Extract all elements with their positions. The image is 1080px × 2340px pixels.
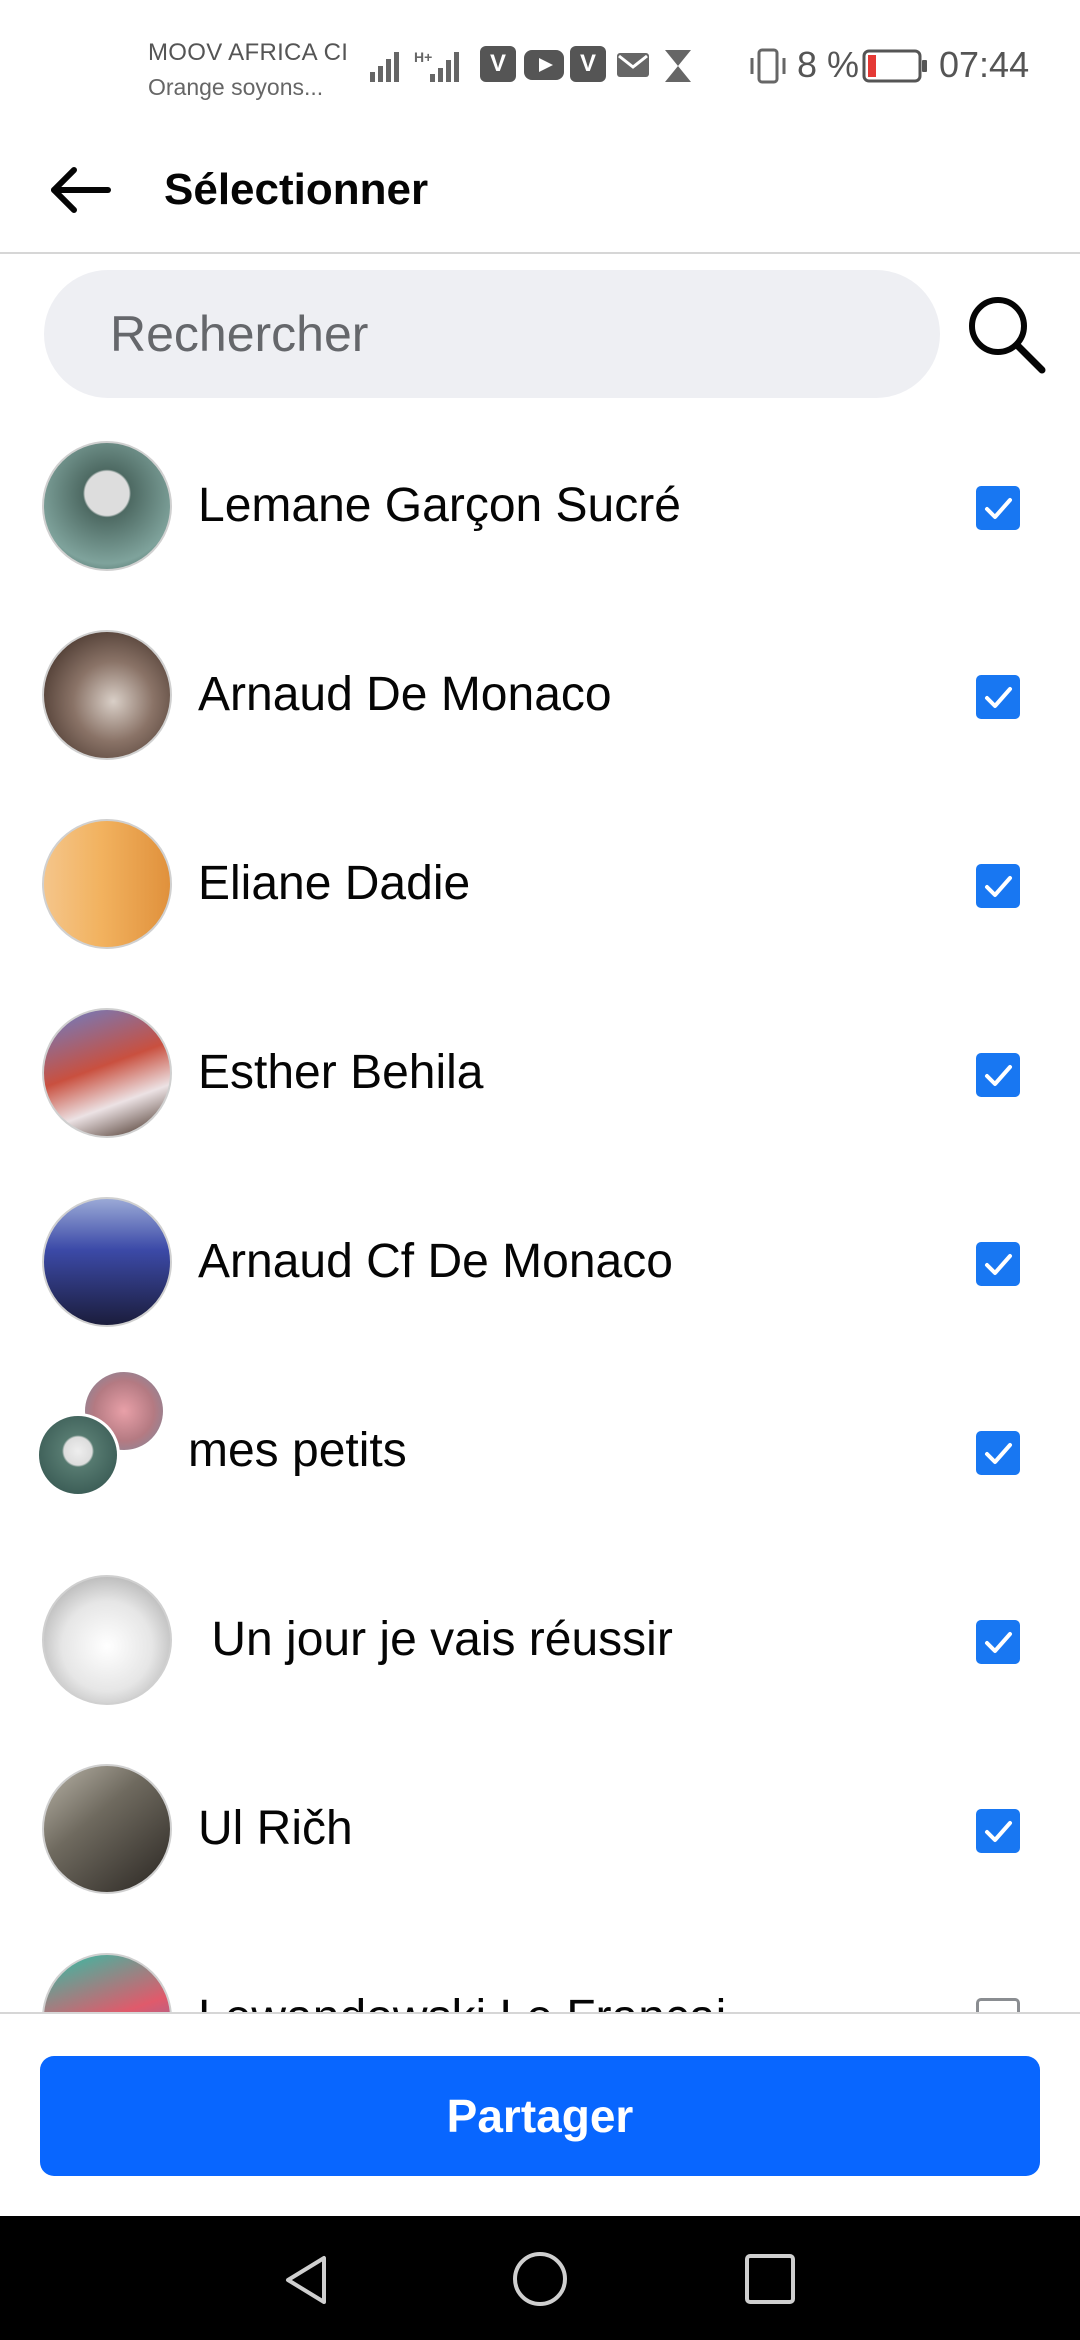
search-field[interactable] [44, 270, 940, 398]
checkbox[interactable] [976, 1431, 1020, 1475]
battery-percent: 8 % [797, 44, 860, 85]
contact-name: Ul Rič̌h [198, 1802, 353, 1855]
avatar [42, 1575, 172, 1705]
signal-icon [370, 52, 399, 82]
status-bar: MOOV AFRICA CI Orange soyons... H+ V V 8… [0, 0, 1080, 130]
arrow-left-icon [51, 167, 111, 213]
app-header: Sélectionner [0, 130, 1080, 254]
search-button[interactable] [960, 288, 1052, 380]
avatar [42, 441, 172, 571]
system-nav-bar [0, 2216, 1080, 2340]
square-recents-icon[interactable] [743, 2252, 797, 2306]
contact-row[interactable]: Arnaud De Monaco [0, 603, 1080, 792]
avatar [36, 1413, 120, 1497]
contact-name: Arnaud De Monaco [198, 668, 612, 721]
avatar [42, 1953, 172, 2012]
triangle-back-icon[interactable] [280, 2252, 336, 2308]
carrier-name: MOOV AFRICA CI [148, 39, 349, 66]
contact-name: Arnaud Cf De Monaco [198, 1235, 673, 1288]
avatar [42, 819, 172, 949]
checkbox[interactable] [976, 675, 1020, 719]
checkbox[interactable] [976, 1242, 1020, 1286]
contact-row[interactable]: Arnaud Cf De Monaco [0, 1170, 1080, 1359]
signal-hplus-icon: H+ [414, 49, 459, 82]
vibrate-icon [750, 48, 786, 84]
contact-row[interactable]: Lemane Garçon Sucré [0, 414, 1080, 603]
contact-name: Un jour je vais réussir [198, 1613, 673, 1666]
checkmark-icon [985, 1254, 1012, 1275]
avatar [42, 630, 172, 760]
avatar [42, 1008, 172, 1138]
carrier-secondary: Orange soyons... [148, 74, 324, 100]
circle-home-icon[interactable] [511, 2250, 569, 2308]
bottom-bar: Partager [0, 2012, 1080, 2218]
avatar [42, 1764, 172, 1894]
checkmark-icon [985, 687, 1012, 708]
clock: 07:44 [939, 44, 1030, 85]
checkmark-icon [985, 1632, 1012, 1653]
contact-row[interactable]: Esther Behila [0, 981, 1080, 1170]
checkbox[interactable] [976, 486, 1020, 530]
gmail-icon [617, 53, 649, 77]
search-input[interactable] [110, 270, 910, 398]
contact-list[interactable]: Lemane Garçon Sucré Arnaud De Monaco Eli… [0, 414, 1080, 2012]
contact-row[interactable]: Lewandowski Le Françai [0, 1926, 1080, 2012]
contact-row[interactable]: mes petits [0, 1359, 1080, 1548]
checkmark-icon [985, 1065, 1012, 1086]
checkmark-icon [985, 1443, 1012, 1464]
contact-name: Lewandowski Le Françai [198, 1978, 726, 2012]
svg-text:H+: H+ [414, 49, 432, 65]
contact-name: Eliane Dadie [198, 857, 471, 910]
battery-icon [862, 49, 927, 83]
contact-row[interactable]: Ul Rič̌h [0, 1737, 1080, 1926]
carrier-info: MOOV AFRICA CI Orange soyons... [148, 36, 348, 104]
checkmark-icon [985, 498, 1012, 519]
hourglass-icon [665, 50, 691, 82]
share-button[interactable]: Partager [40, 2056, 1040, 2176]
contact-row[interactable]: Eliane Dadie [0, 792, 1080, 981]
youtube-icon [524, 50, 564, 80]
contact-name: mes petits [188, 1424, 407, 1477]
checkbox[interactable] [976, 1620, 1020, 1664]
group-avatar [36, 1369, 186, 1519]
checkbox[interactable] [976, 864, 1020, 908]
avatar [42, 1197, 172, 1327]
back-button[interactable] [40, 150, 120, 230]
checkmark-icon [985, 1821, 1012, 1842]
vivo-app-icon: V [480, 46, 516, 82]
search-icon [969, 297, 1046, 374]
contact-name: Esther Behila [198, 1046, 484, 1099]
checkbox[interactable] [976, 1809, 1020, 1853]
checkbox[interactable] [976, 1053, 1020, 1097]
checkmark-icon [985, 876, 1012, 897]
contact-row[interactable]: Un jour je vais réussir [0, 1548, 1080, 1737]
page-title: Sélectionner [164, 165, 429, 214]
checkbox[interactable] [976, 1998, 1020, 2012]
contact-name: Lemane Garçon Sucré [198, 479, 681, 532]
vivo-app-icon: V [570, 46, 606, 82]
